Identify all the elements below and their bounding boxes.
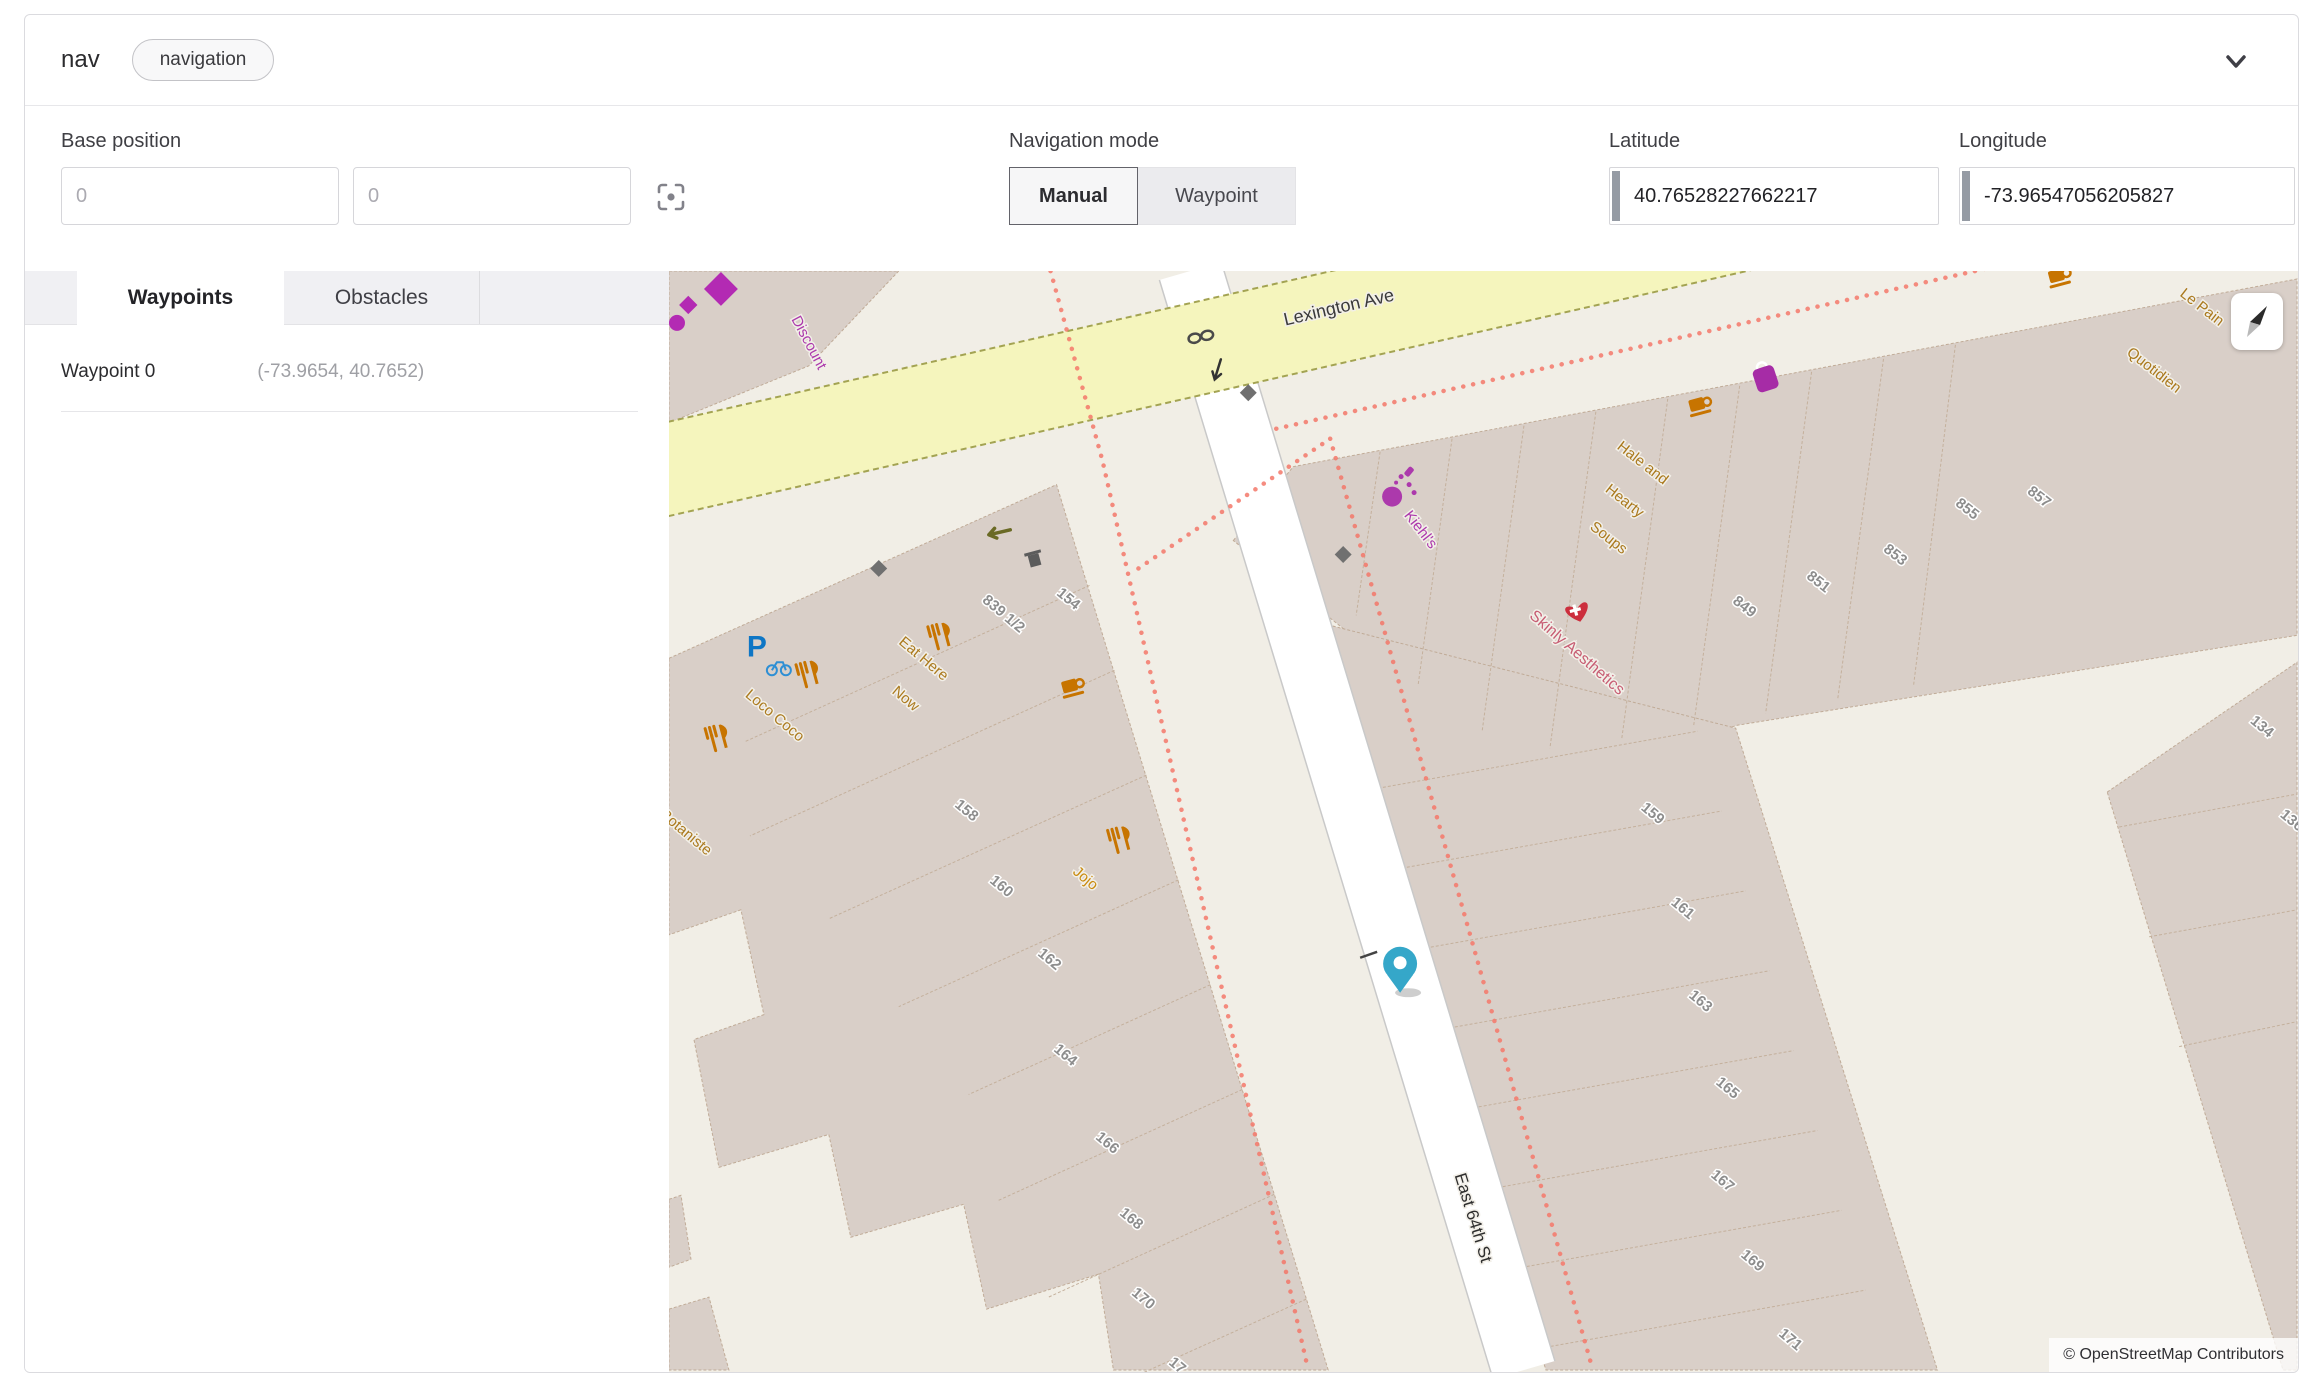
base-y-input[interactable] bbox=[353, 167, 631, 225]
waypoint-name: Waypoint 0 bbox=[61, 361, 155, 383]
map-view[interactable]: P Lexington AveEast 64th StDiscountKiehl… bbox=[669, 271, 2298, 1372]
waypoint-coords: (-73.9654, 40.7652) bbox=[257, 361, 424, 383]
tab-waypoints[interactable]: Waypoints bbox=[77, 271, 284, 325]
locate-crosshair-icon[interactable] bbox=[656, 182, 686, 212]
panel-type-badge: navigation bbox=[132, 39, 275, 81]
chevron-down-icon[interactable] bbox=[2220, 45, 2252, 77]
navigation-mode-toggle: Manual Waypoint bbox=[1009, 167, 1296, 225]
settings-row: Base position Navigation mode Manual Way… bbox=[25, 106, 2298, 271]
mode-manual-button[interactable]: Manual bbox=[1009, 167, 1138, 225]
svg-text:P: P bbox=[747, 630, 767, 663]
waypoint-panel: Waypoints Obstacles Waypoint 0 (-73.9654… bbox=[25, 271, 669, 1372]
map-canvas[interactable]: P Lexington AveEast 64th StDiscountKiehl… bbox=[669, 271, 2298, 1372]
nav-panel: nav navigation Base position Navigation … bbox=[24, 14, 2299, 1373]
compass-needle-icon bbox=[2231, 293, 2283, 350]
waypoint-list-item[interactable]: Waypoint 0 (-73.9654, 40.7652) bbox=[61, 361, 638, 412]
latitude-drag-handle[interactable] bbox=[1612, 171, 1620, 221]
longitude-input[interactable] bbox=[1959, 167, 2295, 225]
latitude-input[interactable] bbox=[1609, 167, 1939, 225]
base-position-label: Base position bbox=[61, 130, 181, 153]
tab-bar: Waypoints Obstacles bbox=[25, 271, 669, 325]
latitude-field bbox=[1609, 167, 1939, 225]
longitude-label: Longitude bbox=[1959, 130, 2047, 153]
longitude-field bbox=[1959, 167, 2295, 225]
longitude-drag-handle[interactable] bbox=[1962, 171, 1970, 221]
compass-reset-button[interactable] bbox=[2231, 293, 2283, 350]
panel-header: nav navigation bbox=[25, 15, 2298, 106]
panel-title: nav bbox=[61, 46, 100, 74]
base-x-input[interactable] bbox=[61, 167, 339, 225]
tab-obstacles[interactable]: Obstacles bbox=[284, 271, 480, 324]
latitude-label: Latitude bbox=[1609, 130, 1680, 153]
map-attribution: © OpenStreetMap Contributors bbox=[2049, 1338, 2298, 1372]
navigation-mode-label: Navigation mode bbox=[1009, 130, 1159, 153]
mode-waypoint-button[interactable]: Waypoint bbox=[1138, 167, 1296, 225]
